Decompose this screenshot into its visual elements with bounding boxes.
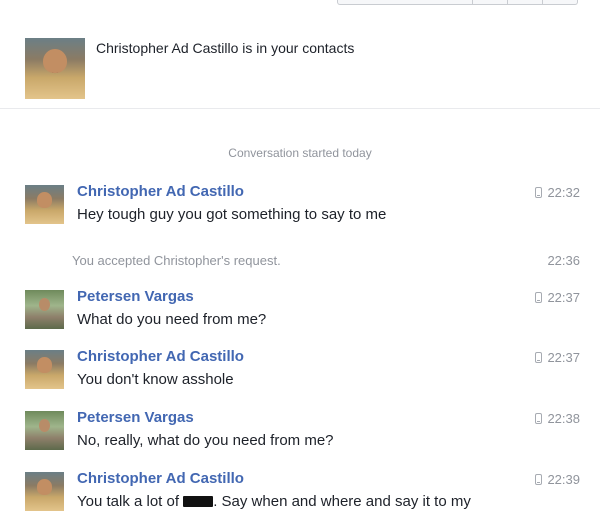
message-text: Hey tough guy you got something to say t…	[77, 206, 387, 223]
message-time: 22:38	[547, 411, 580, 426]
avatar[interactable]	[25, 411, 64, 450]
message-timestamp: 22:38	[535, 411, 580, 426]
message-timestamp: 22:39	[535, 472, 580, 487]
message-text: You talk a lot of . Say when and where a…	[77, 493, 471, 510]
sender-name[interactable]: Christopher Ad Castillo	[77, 348, 244, 365]
mobile-phone-icon	[535, 474, 543, 485]
avatar[interactable]	[25, 185, 64, 224]
message-time: 22:37	[547, 350, 580, 365]
redaction-block	[183, 496, 214, 507]
mobile-phone-icon	[535, 352, 543, 363]
message-text: What do you need from me?	[77, 311, 267, 328]
message-text-part: . Say when and where and say it to my	[213, 493, 471, 510]
contact-notice: Christopher Ad Castillo is in your conta…	[0, 28, 600, 109]
avatar[interactable]	[25, 290, 64, 329]
toolbar-button-group	[337, 0, 578, 6]
message-timestamp: 22:37	[535, 350, 580, 365]
message-text: No, really, what do you need from me?	[77, 432, 334, 449]
toolbar-button-3[interactable]	[508, 0, 543, 5]
mobile-phone-icon	[535, 187, 543, 198]
sender-name[interactable]: Christopher Ad Castillo	[77, 183, 244, 200]
message-item: Christopher Ad Castillo 22:39 You talk a…	[0, 470, 600, 527]
mobile-phone-icon	[535, 413, 543, 424]
message-time: 22:32	[547, 185, 580, 200]
contact-notice-text: Christopher Ad Castillo is in your conta…	[96, 40, 355, 56]
sender-name[interactable]: Petersen Vargas	[77, 409, 194, 426]
request-accepted-notice: You accepted Christopher's request. 22:3…	[72, 253, 580, 268]
toolbar-button-2[interactable]	[473, 0, 508, 5]
message-text: You don't know asshole	[77, 371, 234, 388]
message-item: Christopher Ad Castillo 22:37 You don't …	[0, 348, 600, 405]
notice-time: 22:36	[547, 253, 580, 268]
message-timestamp: 22:32	[535, 185, 580, 200]
toolbar-button-actions[interactable]	[337, 0, 473, 5]
message-item: Petersen Vargas 22:37 What do you need f…	[0, 288, 600, 345]
request-accepted-text: You accepted Christopher's request.	[72, 253, 281, 268]
message-time: 22:37	[547, 290, 580, 305]
toolbar-button-4[interactable]	[543, 0, 578, 5]
conversation-thread: Conversation started today Christopher A…	[0, 109, 600, 511]
message-time: 22:39	[547, 472, 580, 487]
message-item: Christopher Ad Castillo 22:32 Hey tough …	[0, 183, 600, 240]
conversation-started-label: Conversation started today	[228, 146, 372, 160]
avatar[interactable]	[25, 472, 64, 511]
sender-name[interactable]: Christopher Ad Castillo	[77, 470, 244, 487]
avatar[interactable]	[25, 350, 64, 389]
message-text-part: You talk a lot of	[77, 493, 180, 510]
top-toolbar	[0, 0, 600, 29]
avatar[interactable]	[25, 38, 85, 99]
message-item: Petersen Vargas 22:38 No, really, what d…	[0, 409, 600, 466]
sender-name[interactable]: Petersen Vargas	[77, 288, 194, 305]
message-timestamp: 22:37	[535, 290, 580, 305]
mobile-phone-icon	[535, 292, 543, 303]
